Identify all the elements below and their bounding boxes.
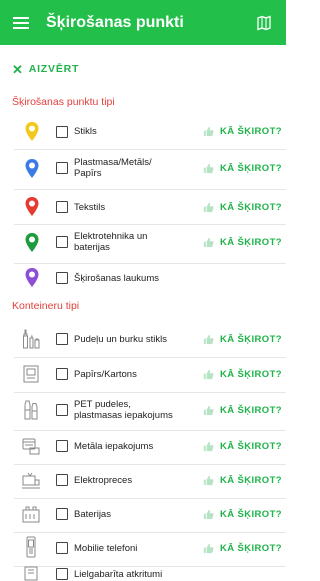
container-label: Mobilie telefoni: [74, 543, 138, 554]
close-label: AIZVĒRT: [28, 63, 80, 75]
map-pin-blue-icon: [22, 156, 42, 182]
thumbs-up-icon: [203, 369, 214, 380]
container-label: Pudeļu un burku stikls: [74, 334, 167, 345]
container-row-bulky[interactable]: Lielgabarīta atkritumi: [0, 566, 286, 581]
app-bar: Šķirošanas punkti: [0, 0, 286, 45]
mobile-phone-icon: [20, 535, 42, 559]
map-pin-purple-icon: [22, 265, 42, 291]
container-row-electronics[interactable]: Elektropreces KĀ ŠĶIROT?: [0, 465, 286, 495]
how-to-sort-label: KĀ ŠĶIROT?: [219, 509, 282, 520]
map-icon[interactable]: [252, 11, 276, 35]
checkbox[interactable]: [56, 440, 68, 452]
point-row-sorting-area[interactable]: Šķirošanas laukums: [0, 264, 286, 292]
checkbox[interactable]: [56, 368, 68, 380]
thumbs-up-icon: [203, 163, 214, 174]
how-to-sort-button[interactable]: KĀ ŠĶIROT?: [203, 543, 282, 554]
container-label: Lielgabarīta atkritumi: [74, 569, 163, 580]
how-to-sort-label: KĀ ŠĶIROT?: [219, 475, 282, 486]
how-to-sort-button[interactable]: KĀ ŠĶIROT?: [203, 509, 282, 520]
checkbox[interactable]: [56, 542, 68, 554]
thumbs-up-icon: [203, 237, 214, 248]
point-label: Šķirošanas laukums: [74, 273, 160, 284]
checkbox[interactable]: [56, 236, 68, 248]
map-pin-red-icon: [22, 194, 42, 220]
how-to-sort-label: KĀ ŠĶIROT?: [219, 237, 282, 248]
checkbox[interactable]: [56, 201, 68, 213]
how-to-sort-label: KĀ ŠĶIROT?: [219, 126, 282, 137]
menu-icon[interactable]: [10, 12, 32, 34]
bottles-icon: [20, 327, 42, 351]
thumbs-up-icon: [203, 475, 214, 486]
how-to-sort-button[interactable]: KĀ ŠĶIROT?: [203, 369, 282, 380]
thumbs-up-icon: [203, 441, 214, 452]
point-label: Plastmasa/Metāls/ Papīrs: [74, 157, 152, 179]
container-row-mobile[interactable]: Mobilie telefoni KĀ ŠĶIROT?: [0, 533, 286, 563]
divider: [14, 357, 286, 358]
close-button[interactable]: ✕ AIZVĒRT: [12, 60, 79, 78]
how-to-sort-button[interactable]: KĀ ŠĶIROT?: [203, 334, 282, 345]
container-row-pet[interactable]: PET pudeles, plastmasas iepakojums KĀ ŠĶ…: [0, 393, 286, 427]
container-label: Baterijas: [74, 509, 111, 520]
thumbs-up-icon: [203, 543, 214, 554]
how-to-sort-label: KĀ ŠĶIROT?: [219, 369, 282, 380]
how-to-sort-label: KĀ ŠĶIROT?: [219, 405, 282, 416]
container-row-metal[interactable]: Metāla iepakojums KĀ ŠĶIROT?: [0, 431, 286, 461]
how-to-sort-button[interactable]: KĀ ŠĶIROT?: [203, 237, 282, 248]
section-title-points: Šķirošanas punktu tipi: [12, 96, 115, 108]
container-row-batteries[interactable]: Baterijas KĀ ŠĶIROT?: [0, 499, 286, 529]
checkbox[interactable]: [56, 162, 68, 174]
thumbs-up-icon: [203, 126, 214, 137]
section-title-containers: Konteineru tipi: [12, 300, 80, 312]
thumbs-up-icon: [203, 334, 214, 345]
page-title: Šķirošanas punkti: [46, 13, 184, 31]
container-label: Elektropreces: [74, 475, 133, 486]
map-pin-yellow-icon: [22, 119, 42, 145]
point-row-textile[interactable]: Tekstils KĀ ŠĶIROT?: [0, 192, 286, 222]
checkbox[interactable]: [56, 508, 68, 520]
point-row-plastic-metal-paper[interactable]: Plastmasa/Metāls/ Papīrs KĀ ŠĶIROT?: [0, 152, 286, 186]
checkbox[interactable]: [56, 568, 68, 580]
map-pin-green-icon: [22, 230, 42, 256]
thumbs-up-icon: [203, 405, 214, 416]
checkbox[interactable]: [56, 474, 68, 486]
bulky-waste-icon: [20, 566, 42, 581]
batteries-icon: [20, 502, 42, 526]
how-to-sort-label: KĀ ŠĶIROT?: [219, 202, 282, 213]
metal-can-icon: [20, 434, 42, 458]
paper-box-icon: [20, 362, 42, 386]
how-to-sort-button[interactable]: KĀ ŠĶIROT?: [203, 126, 282, 137]
how-to-sort-label: KĀ ŠĶIROT?: [219, 334, 282, 345]
electronics-icon: [20, 468, 42, 492]
divider: [14, 189, 286, 190]
how-to-sort-label: KĀ ŠĶIROT?: [219, 543, 282, 554]
checkbox[interactable]: [56, 272, 68, 284]
divider: [14, 149, 286, 150]
container-row-glass[interactable]: Pudeļu un burku stikls KĀ ŠĶIROT?: [0, 324, 286, 354]
container-label: Papīrs/Kartons: [74, 369, 137, 380]
how-to-sort-button[interactable]: KĀ ŠĶIROT?: [203, 441, 282, 452]
how-to-sort-label: KĀ ŠĶIROT?: [219, 163, 282, 174]
how-to-sort-button[interactable]: KĀ ŠĶIROT?: [203, 202, 282, 213]
container-label: PET pudeles, plastmasas iepakojums: [74, 399, 173, 421]
close-icon: ✕: [12, 61, 24, 77]
how-to-sort-button[interactable]: KĀ ŠĶIROT?: [203, 163, 282, 174]
container-row-paper[interactable]: Papīrs/Kartons KĀ ŠĶIROT?: [0, 359, 286, 389]
checkbox[interactable]: [56, 404, 68, 416]
point-label: Tekstils: [74, 202, 106, 213]
pet-bottles-icon: [20, 398, 42, 422]
thumbs-up-icon: [203, 509, 214, 520]
checkbox[interactable]: [56, 333, 68, 345]
how-to-sort-button[interactable]: KĀ ŠĶIROT?: [203, 405, 282, 416]
thumbs-up-icon: [203, 202, 214, 213]
container-label: Metāla iepakojums: [74, 441, 154, 452]
point-label: Stikls: [74, 126, 97, 137]
point-row-glass[interactable]: Stikls KĀ ŠĶIROT?: [0, 118, 286, 146]
checkbox[interactable]: [56, 126, 68, 138]
point-label: Elektrotehnika un baterijas: [74, 231, 148, 253]
point-row-electronics-batteries[interactable]: Elektrotehnika un baterijas KĀ ŠĶIROT?: [0, 226, 286, 260]
divider: [14, 224, 286, 225]
how-to-sort-button[interactable]: KĀ ŠĶIROT?: [203, 475, 282, 486]
how-to-sort-label: KĀ ŠĶIROT?: [219, 441, 282, 452]
